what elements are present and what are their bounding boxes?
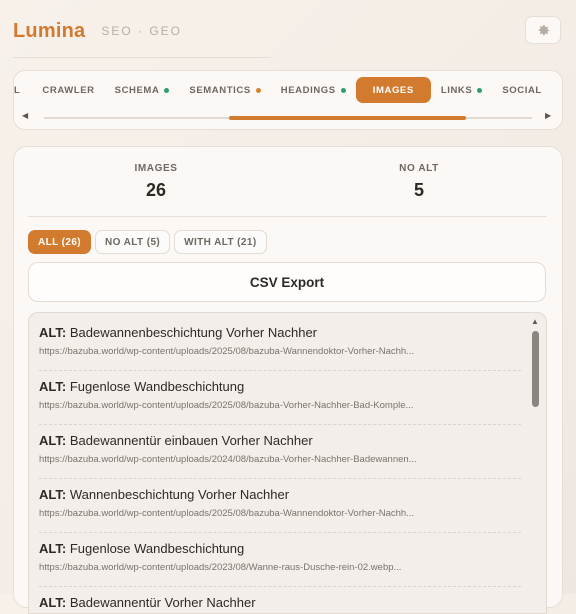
list-item[interactable]: ALT: Badewannentür Vorher Nachher: [39, 587, 521, 613]
filter-chip[interactable]: NO ALT (5): [95, 230, 171, 254]
stat-images-value: 26: [145, 180, 167, 200]
status-dot: [477, 87, 483, 93]
stat-no-alt-value: 5: [413, 180, 424, 200]
alt-value: Fugenlose Wandbeschichtung: [69, 379, 245, 394]
app-header: Lumina SEO · GEO: [13, 16, 182, 46]
tab-schema[interactable]: SCHEMA: [105, 77, 180, 103]
list-scrollbar[interactable]: ▲: [530, 317, 540, 607]
alt-label: ALT:: [39, 433, 67, 448]
gear-icon: [538, 24, 549, 35]
tab-l[interactable]: L: [14, 77, 32, 103]
tab-label: IMAGES: [372, 84, 414, 96]
image-url[interactable]: https://bazuba.world/wp-content/uploads/…: [39, 346, 494, 357]
stat-no-alt: NO ALT 5: [339, 163, 499, 201]
tab-images[interactable]: IMAGES: [355, 77, 431, 103]
alt-label: ALT:: [39, 595, 67, 610]
filter-chip[interactable]: ALL (26): [28, 230, 92, 254]
images-panel: IMAGES 26 NO ALT 5 ALL (26) NO ALT (5) WIT…: [13, 146, 563, 614]
alt-text: ALT: Fugenlose Wandbeschichtung: [39, 541, 521, 556]
filter-chip[interactable]: WITH ALT (21): [174, 230, 267, 254]
tab-links[interactable]: LINKS: [431, 77, 493, 103]
tab-semantics[interactable]: SEMANTICS: [179, 77, 270, 103]
alt-value: Badewannenbeschichtung Vorher Nachher: [69, 325, 317, 340]
stat-images: IMAGES 26: [76, 163, 236, 201]
alt-label: ALT:: [39, 325, 67, 340]
image-url[interactable]: https://bazuba.world/wp-content/uploads/…: [39, 562, 494, 573]
tab-label: L: [14, 84, 21, 96]
tab-social[interactable]: SOCIAL: [492, 77, 552, 103]
alt-text: ALT: Wannenbeschichtung Vorher Nachher: [39, 487, 521, 502]
status-dot: [164, 87, 170, 93]
image-url[interactable]: https://bazuba.world/wp-content/uploads/…: [39, 400, 494, 411]
tab-label: HEADINGS: [280, 84, 336, 96]
image-url[interactable]: https://bazuba.world/wp-content/uploads/…: [39, 508, 494, 519]
stat-no-alt-label: NO ALT: [399, 163, 439, 174]
list-scrollbar-thumb[interactable]: [532, 331, 539, 407]
alt-value: Wannenbeschichtung Vorher Nachher: [69, 487, 290, 502]
status-dot: [255, 87, 261, 93]
tab-bar: L CRAWLER SCHEMA SEMANTICS HEADINGS IMAGES LIN…: [13, 70, 563, 130]
alt-value: Fugenlose Wandbeschichtung: [69, 541, 245, 556]
tab-label: SOCIAL: [502, 84, 542, 96]
brand-tagline: SEO · GEO: [101, 24, 183, 38]
list-item[interactable]: ALT: Fugenlose Wandbeschichtung https://b…: [39, 371, 521, 425]
scroll-left-arrow[interactable]: ◀: [22, 111, 28, 120]
tabs-row: L CRAWLER SCHEMA SEMANTICS HEADINGS IMAGES LIN…: [14, 76, 562, 104]
status-dot: [340, 87, 346, 93]
alt-label: ALT:: [39, 487, 67, 502]
tab-label: LINKS: [440, 84, 473, 96]
tab-label: CRAWLER: [42, 84, 95, 96]
list-item[interactable]: ALT: Badewannentür einbauen Vorher Nachh…: [39, 425, 521, 479]
alt-text: ALT: Badewannentür Vorher Nachher: [39, 595, 521, 610]
tab-headings[interactable]: HEADINGS: [271, 77, 356, 103]
alt-label: ALT:: [39, 541, 67, 556]
alt-value: Badewannentür einbauen Vorher Nachher: [69, 433, 313, 448]
settings-button[interactable]: [525, 16, 561, 44]
list-item[interactable]: ALT: Badewannenbeschichtung Vorher Nachh…: [39, 319, 521, 371]
tab-scrollbar[interactable]: [44, 116, 532, 120]
alt-text: ALT: Fugenlose Wandbeschichtung: [39, 379, 521, 394]
tab-label: SCHEMA: [114, 84, 160, 96]
list-item[interactable]: ALT: Wannenbeschichtung Vorher Nachher ht…: [39, 479, 521, 533]
tab-label: SEMANTICS: [189, 84, 251, 96]
brand-logo: Lumina: [13, 19, 86, 42]
scroll-up-arrow[interactable]: ▲: [531, 317, 539, 326]
alt-label: ALT:: [39, 379, 67, 394]
stats-divider: [28, 216, 547, 217]
alt-text: ALT: Badewannentür einbauen Vorher Nachh…: [39, 433, 521, 448]
list-item[interactable]: ALT: Fugenlose Wandbeschichtung https://b…: [39, 533, 521, 587]
image-url[interactable]: https://bazuba.world/wp-content/uploads/…: [39, 454, 494, 465]
csv-export-button[interactable]: CSV Export: [28, 262, 546, 302]
scroll-right-arrow[interactable]: ▶: [545, 111, 551, 120]
alt-text: ALT: Badewannenbeschichtung Vorher Nachh…: [39, 325, 521, 340]
stat-images-label: IMAGES: [134, 163, 178, 174]
alt-value: Badewannentür Vorher Nachher: [69, 595, 256, 610]
image-list[interactable]: ALT: Badewannenbeschichtung Vorher Nachh…: [28, 312, 547, 614]
header-divider: [13, 57, 271, 58]
tab-crawler[interactable]: CRAWLER: [32, 77, 104, 103]
filter-chips: ALL (26) NO ALT (5) WITH ALT (21): [28, 230, 267, 254]
image-list-items: ALT: Badewannenbeschichtung Vorher Nachh…: [39, 319, 521, 613]
tab-scrollbar-thumb[interactable]: [229, 116, 466, 120]
